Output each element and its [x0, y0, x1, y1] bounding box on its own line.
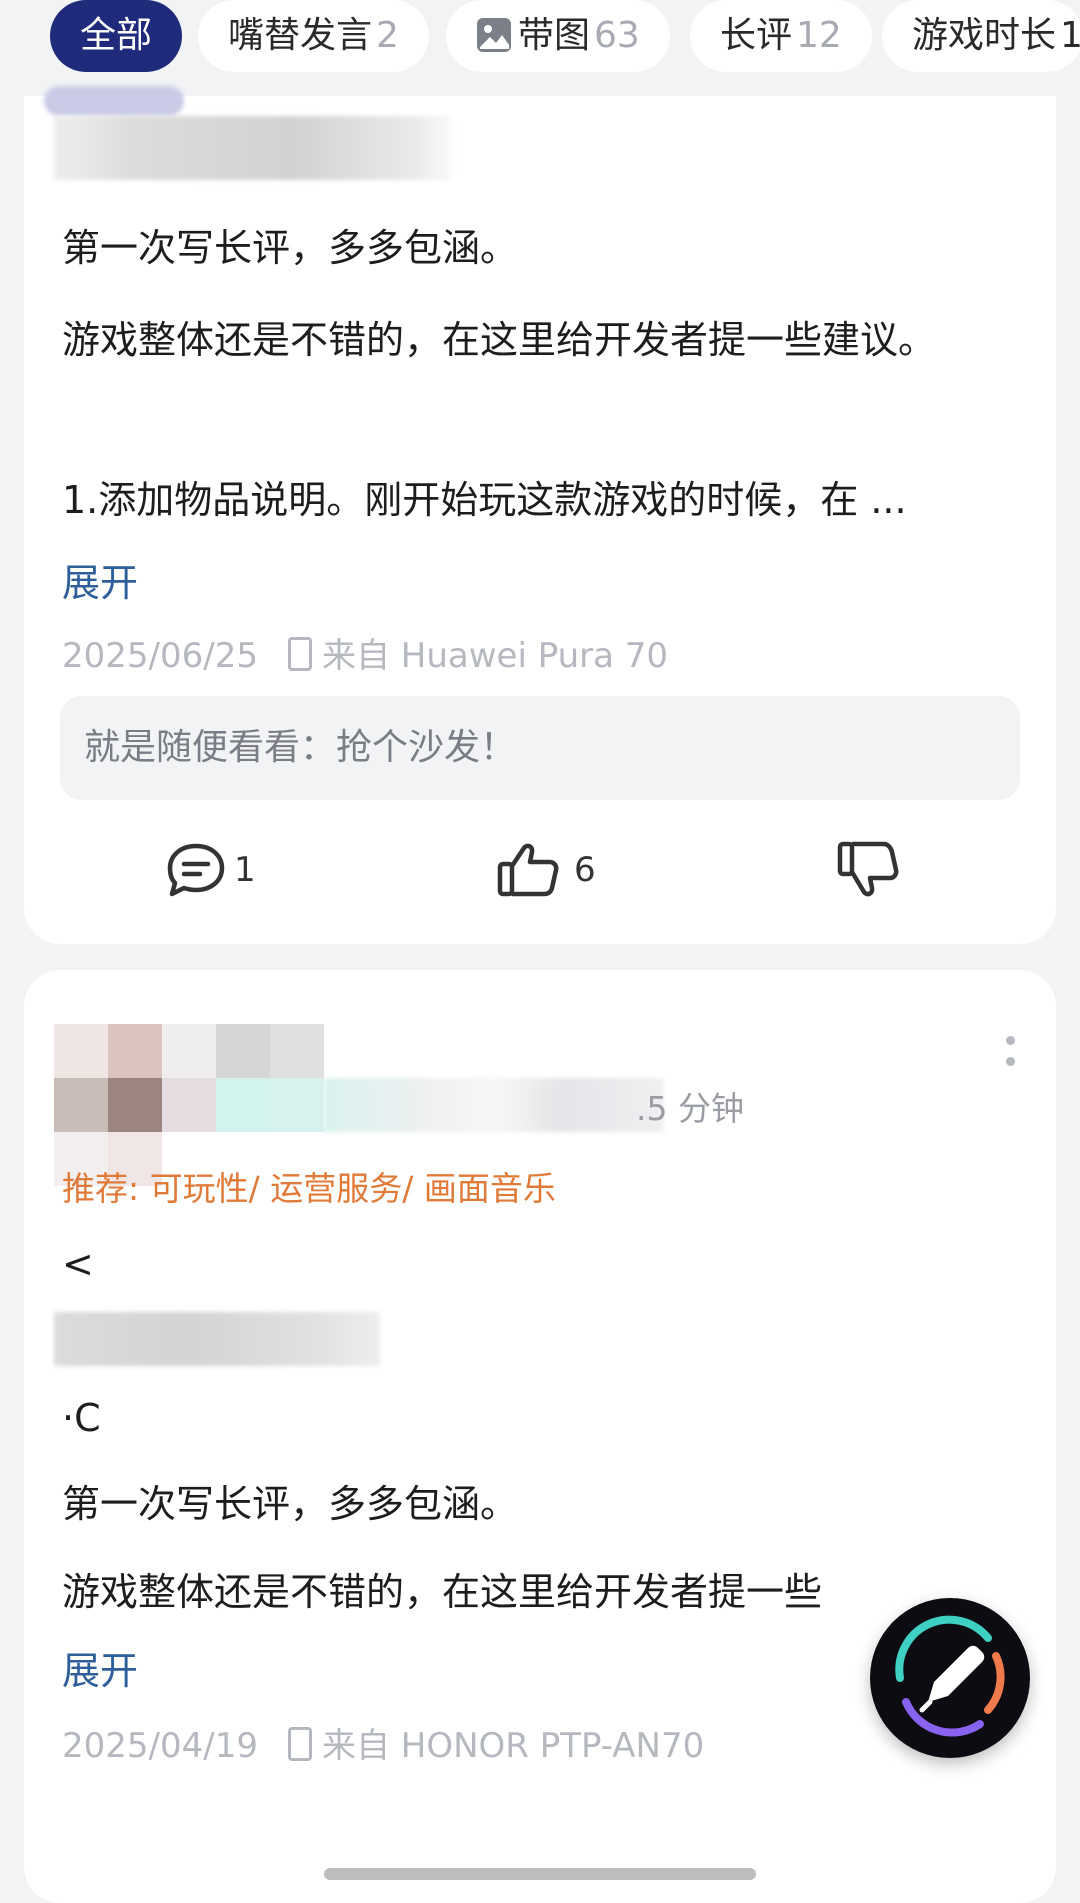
phone-icon [287, 637, 312, 671]
more-vertical-icon[interactable] [1006, 1036, 1016, 1078]
review-device: 来自 Huawei Pura 70 [321, 636, 669, 676]
expand-link[interactable]: 展开 [62, 552, 138, 607]
image-icon [477, 18, 511, 52]
review-date: 2025/04/19 [62, 1726, 258, 1766]
review-text: 第一次写长评，多多包涵。 [62, 226, 519, 270]
redacted-username [324, 1078, 664, 1132]
reply-preview[interactable]: 就是随便看看：抢个沙发！ [60, 696, 1020, 800]
filter-chip-label: 全部 [80, 15, 153, 56]
review-date: 2025/06/25 [62, 636, 258, 676]
review-card[interactable]: .5 分钟 推荐: 可玩性/ 运营服务/ 画面音乐 < ·C 第一次写长评，多多… [24, 970, 1056, 1903]
expand-link[interactable]: 展开 [62, 1640, 138, 1695]
review-text: 1.添加物品说明。刚开始玩这款游戏的时候，在 ... [62, 478, 907, 522]
comment-icon [167, 843, 225, 897]
redacted-image [54, 1312, 380, 1366]
filter-chip-count: 63 [594, 15, 640, 56]
review-meta: 2025/04/19 来自 HONOR PTP-AN70 [62, 1718, 704, 1767]
filter-chip-label: 嘴替发言 [228, 15, 373, 56]
review-text: 游戏整体还是不错的，在这里给开发者提一些建议。 [62, 318, 937, 362]
home-indicator [324, 1868, 756, 1880]
filter-bar: 全部 嘴替发言 2 带图 63 长评 12 游戏时长 1 [0, 0, 1080, 96]
review-text: < [62, 1242, 94, 1286]
filter-chip-count: 2 [376, 15, 399, 56]
thumbs-down-icon [837, 841, 899, 897]
review-actions: 1 6 [24, 830, 1056, 910]
filter-chip-count: 12 [796, 15, 842, 56]
thumbs-up-icon [497, 843, 559, 897]
like-count: 6 [574, 850, 596, 890]
filter-chip-label: 游戏时长 [912, 15, 1057, 56]
phone-icon [287, 1727, 312, 1761]
playtime-text: .5 分钟 [636, 1089, 744, 1128]
review-text: 第一次写长评，多多包涵。 [62, 1482, 519, 1526]
like-button[interactable]: 6 [496, 830, 596, 910]
recommend-tags: 推荐: 可玩性/ 运营服务/ 画面音乐 [62, 1169, 556, 1208]
review-meta: 2025/06/25 来自 Huawei Pura 70 [62, 628, 668, 677]
filter-chip-playtime[interactable]: 游戏时长 1 [882, 0, 1080, 72]
filter-chip-quotes[interactable]: 嘴替发言 2 [198, 0, 429, 72]
filter-chip-label: 长评 [720, 15, 793, 56]
dislike-button[interactable] [836, 830, 900, 910]
redacted-avatar [44, 86, 184, 116]
review-text: 游戏整体还是不错的，在这里给开发者提一些 [62, 1570, 823, 1614]
filter-chip-long-reviews[interactable]: 长评 12 [690, 0, 872, 72]
pencil-icon [895, 1615, 1005, 1737]
filter-chip-label: 带图 [518, 15, 591, 56]
redacted-username [54, 116, 454, 180]
filter-chip-all[interactable]: 全部 [50, 0, 183, 72]
write-review-button[interactable] [870, 1598, 1030, 1758]
review-device: 来自 HONOR PTP-AN70 [321, 1726, 705, 1766]
review-card[interactable]: 第一次写长评，多多包涵。 游戏整体还是不错的，在这里给开发者提一些建议。 1.添… [24, 86, 1056, 944]
filter-chip-count: 1 [1060, 15, 1080, 56]
review-text: ·C [62, 1396, 101, 1440]
comment-count: 1 [234, 850, 256, 890]
comment-button[interactable]: 1 [164, 830, 256, 910]
filter-chip-images[interactable]: 带图 63 [446, 0, 670, 72]
